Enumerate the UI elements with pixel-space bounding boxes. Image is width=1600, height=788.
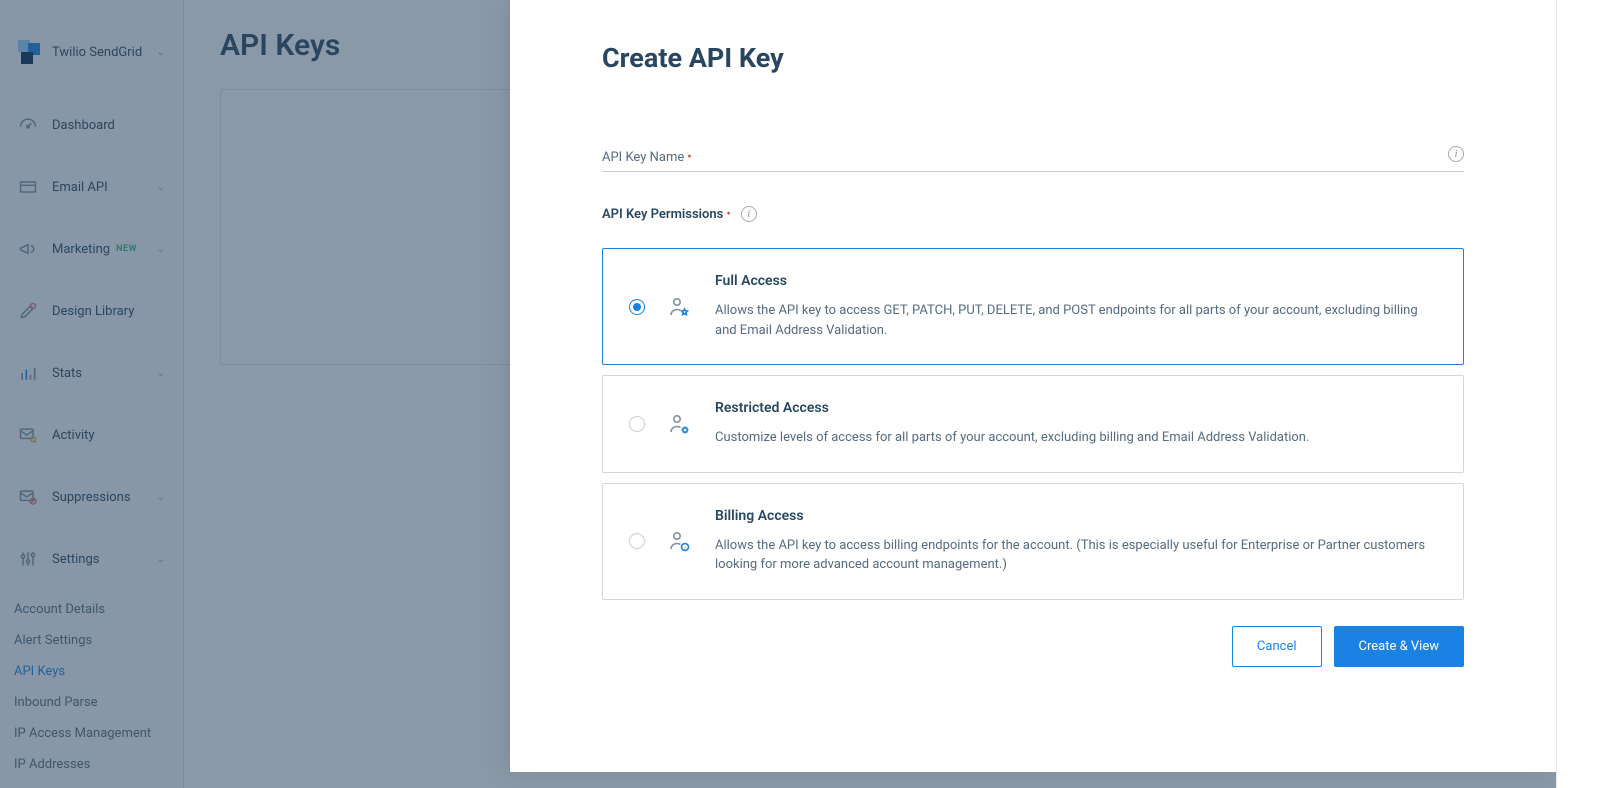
option-description: Customize levels of access for all parts…: [715, 428, 1309, 448]
user-star-icon: [667, 295, 691, 319]
required-indicator: •: [687, 150, 691, 165]
permission-option-full-access[interactable]: Full Access Allows the API key to access…: [602, 248, 1464, 365]
permissions-label: API Key Permissions: [602, 207, 723, 222]
info-icon[interactable]: i: [741, 206, 757, 222]
permissions-header: API Key Permissions• i: [602, 206, 1464, 222]
right-rail: [1556, 0, 1600, 788]
radio-button[interactable]: [629, 416, 645, 432]
required-indicator: •: [726, 207, 730, 222]
create-and-view-button[interactable]: Create & View: [1334, 626, 1465, 667]
modal-actions: Cancel Create & View: [602, 626, 1464, 667]
option-title: Billing Access: [715, 508, 1437, 524]
radio-button[interactable]: [629, 299, 645, 315]
radio-button[interactable]: [629, 533, 645, 549]
user-billing-icon: i: [667, 529, 691, 553]
info-icon[interactable]: i: [1448, 146, 1464, 162]
option-title: Restricted Access: [715, 400, 1309, 416]
field-label: API Key Name: [602, 150, 684, 165]
permission-option-billing-access[interactable]: i Billing Access Allows the API key to a…: [602, 483, 1464, 600]
option-title: Full Access: [715, 273, 1437, 289]
api-key-name-field[interactable]: API Key Name• i: [602, 146, 1464, 172]
modal-title: Create API Key: [602, 42, 1464, 74]
option-description: Allows the API key to access billing end…: [715, 536, 1437, 575]
cancel-button[interactable]: Cancel: [1232, 626, 1322, 667]
option-description: Allows the API key to access GET, PATCH,…: [715, 301, 1437, 340]
user-gear-icon: [667, 412, 691, 436]
create-api-key-modal: Create API Key API Key Name• i API Key P…: [510, 0, 1556, 772]
permission-option-restricted-access[interactable]: Restricted Access Customize levels of ac…: [602, 375, 1464, 473]
